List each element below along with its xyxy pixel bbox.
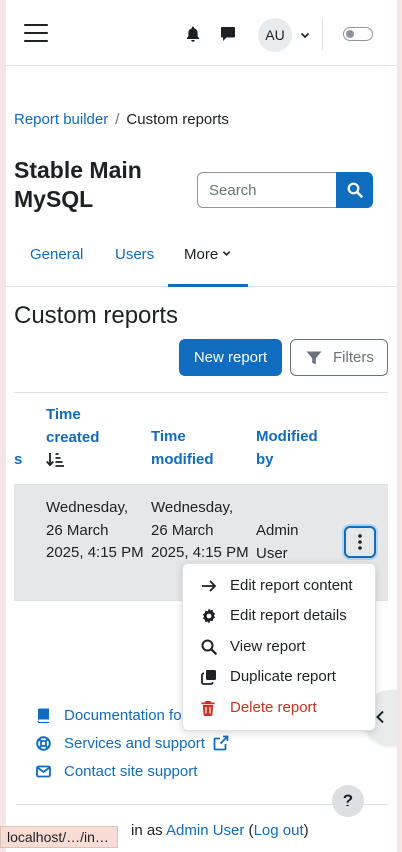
chat-icon[interactable]	[220, 26, 236, 42]
documentation-link[interactable]: Documentation fo	[64, 707, 182, 724]
logged-in-prefix: in as	[131, 822, 163, 839]
contact-site-support-link[interactable]: Contact site support	[64, 763, 197, 780]
tab-users[interactable]: Users	[115, 232, 154, 287]
search-group	[197, 172, 373, 208]
filter-icon	[306, 351, 322, 365]
page: AU Report builder / Custom reports Stable …	[6, 0, 397, 852]
chevron-down-icon[interactable]	[300, 30, 310, 40]
profile-link[interactable]: Admin User	[166, 822, 244, 839]
search-input[interactable]	[197, 172, 337, 208]
copy-icon	[201, 670, 216, 685]
status-bar-url: localhost/…/in…	[0, 826, 118, 848]
avatar[interactable]: AU	[258, 18, 292, 52]
external-link-icon	[213, 735, 229, 751]
menu-item-label: Edit report content	[230, 577, 353, 594]
cell-modified-by: Admin User	[256, 522, 299, 562]
envelope-icon	[36, 765, 51, 778]
logout-link[interactable]: Log out	[254, 822, 304, 839]
cell-time-modified: Wednesday, 26 March 2025, 4:15 PM	[151, 499, 249, 561]
new-report-button[interactable]: New report	[179, 339, 282, 376]
menu-icon[interactable]	[24, 24, 48, 44]
row-actions-menu: Edit report content Edit report details …	[182, 563, 376, 731]
menu-item-label: Duplicate report	[230, 668, 336, 685]
search-icon	[347, 182, 363, 198]
sort-descending-icon[interactable]	[46, 452, 64, 468]
tab-more-label: More	[184, 246, 219, 263]
footer-divider	[16, 804, 388, 805]
menu-item-label: Delete report	[230, 699, 317, 716]
column-header-time-modified[interactable]: Time modified	[151, 426, 231, 471]
life-ring-icon	[36, 736, 51, 751]
column-header-modified-by[interactable]: Modified by	[256, 426, 336, 471]
breadcrumb-current: Custom reports	[126, 111, 229, 128]
menu-item-label: Edit report details	[230, 607, 347, 624]
menu-item-duplicate-report[interactable]: Duplicate report	[183, 662, 377, 692]
help-button[interactable]: ?	[332, 785, 364, 817]
chevron-down-icon	[222, 251, 231, 256]
filters-button[interactable]: Filters	[290, 339, 388, 376]
breadcrumb-report-builder[interactable]: Report builder	[14, 111, 108, 128]
menu-item-delete-report[interactable]: Delete report	[183, 693, 377, 723]
services-support-link[interactable]: Services and support	[64, 735, 205, 752]
search-button[interactable]	[336, 172, 373, 208]
menu-item-view-report[interactable]: View report	[183, 632, 377, 662]
navbar-divider	[322, 18, 323, 50]
services-support-label: Services and support	[64, 735, 205, 752]
table-top-border	[14, 392, 388, 393]
gear-icon	[203, 608, 215, 624]
bell-icon[interactable]	[186, 26, 200, 42]
navbar: AU	[6, 0, 397, 66]
page-title: Stable Main MySQL	[14, 157, 142, 212]
search-icon	[201, 639, 217, 655]
breadcrumb: Report builder / Custom reports	[14, 111, 229, 128]
menu-item-label: View report	[230, 638, 306, 655]
breadcrumb-separator: /	[115, 111, 120, 128]
book-icon	[37, 708, 49, 723]
tab-more[interactable]: More	[168, 232, 248, 287]
trash-icon	[201, 701, 215, 716]
tab-general[interactable]: General	[30, 232, 83, 287]
arrow-right-icon	[202, 580, 217, 592]
column-header-partial[interactable]: s	[14, 449, 22, 472]
section-title: Custom reports	[14, 302, 179, 329]
menu-item-edit-report-content[interactable]: Edit report content	[183, 571, 377, 601]
edit-mode-toggle[interactable]	[343, 27, 373, 41]
menu-item-edit-report-details[interactable]: Edit report details	[183, 601, 377, 631]
row-actions-button[interactable]	[344, 526, 376, 558]
column-header-time-created[interactable]: Time created	[46, 404, 116, 449]
secondary-navigation: General Users More	[6, 232, 397, 287]
kebab-menu-icon	[358, 534, 362, 550]
filters-label: Filters	[333, 349, 374, 366]
cell-time-created: Wednesday, 26 March 2025, 4:15 PM	[46, 499, 144, 561]
